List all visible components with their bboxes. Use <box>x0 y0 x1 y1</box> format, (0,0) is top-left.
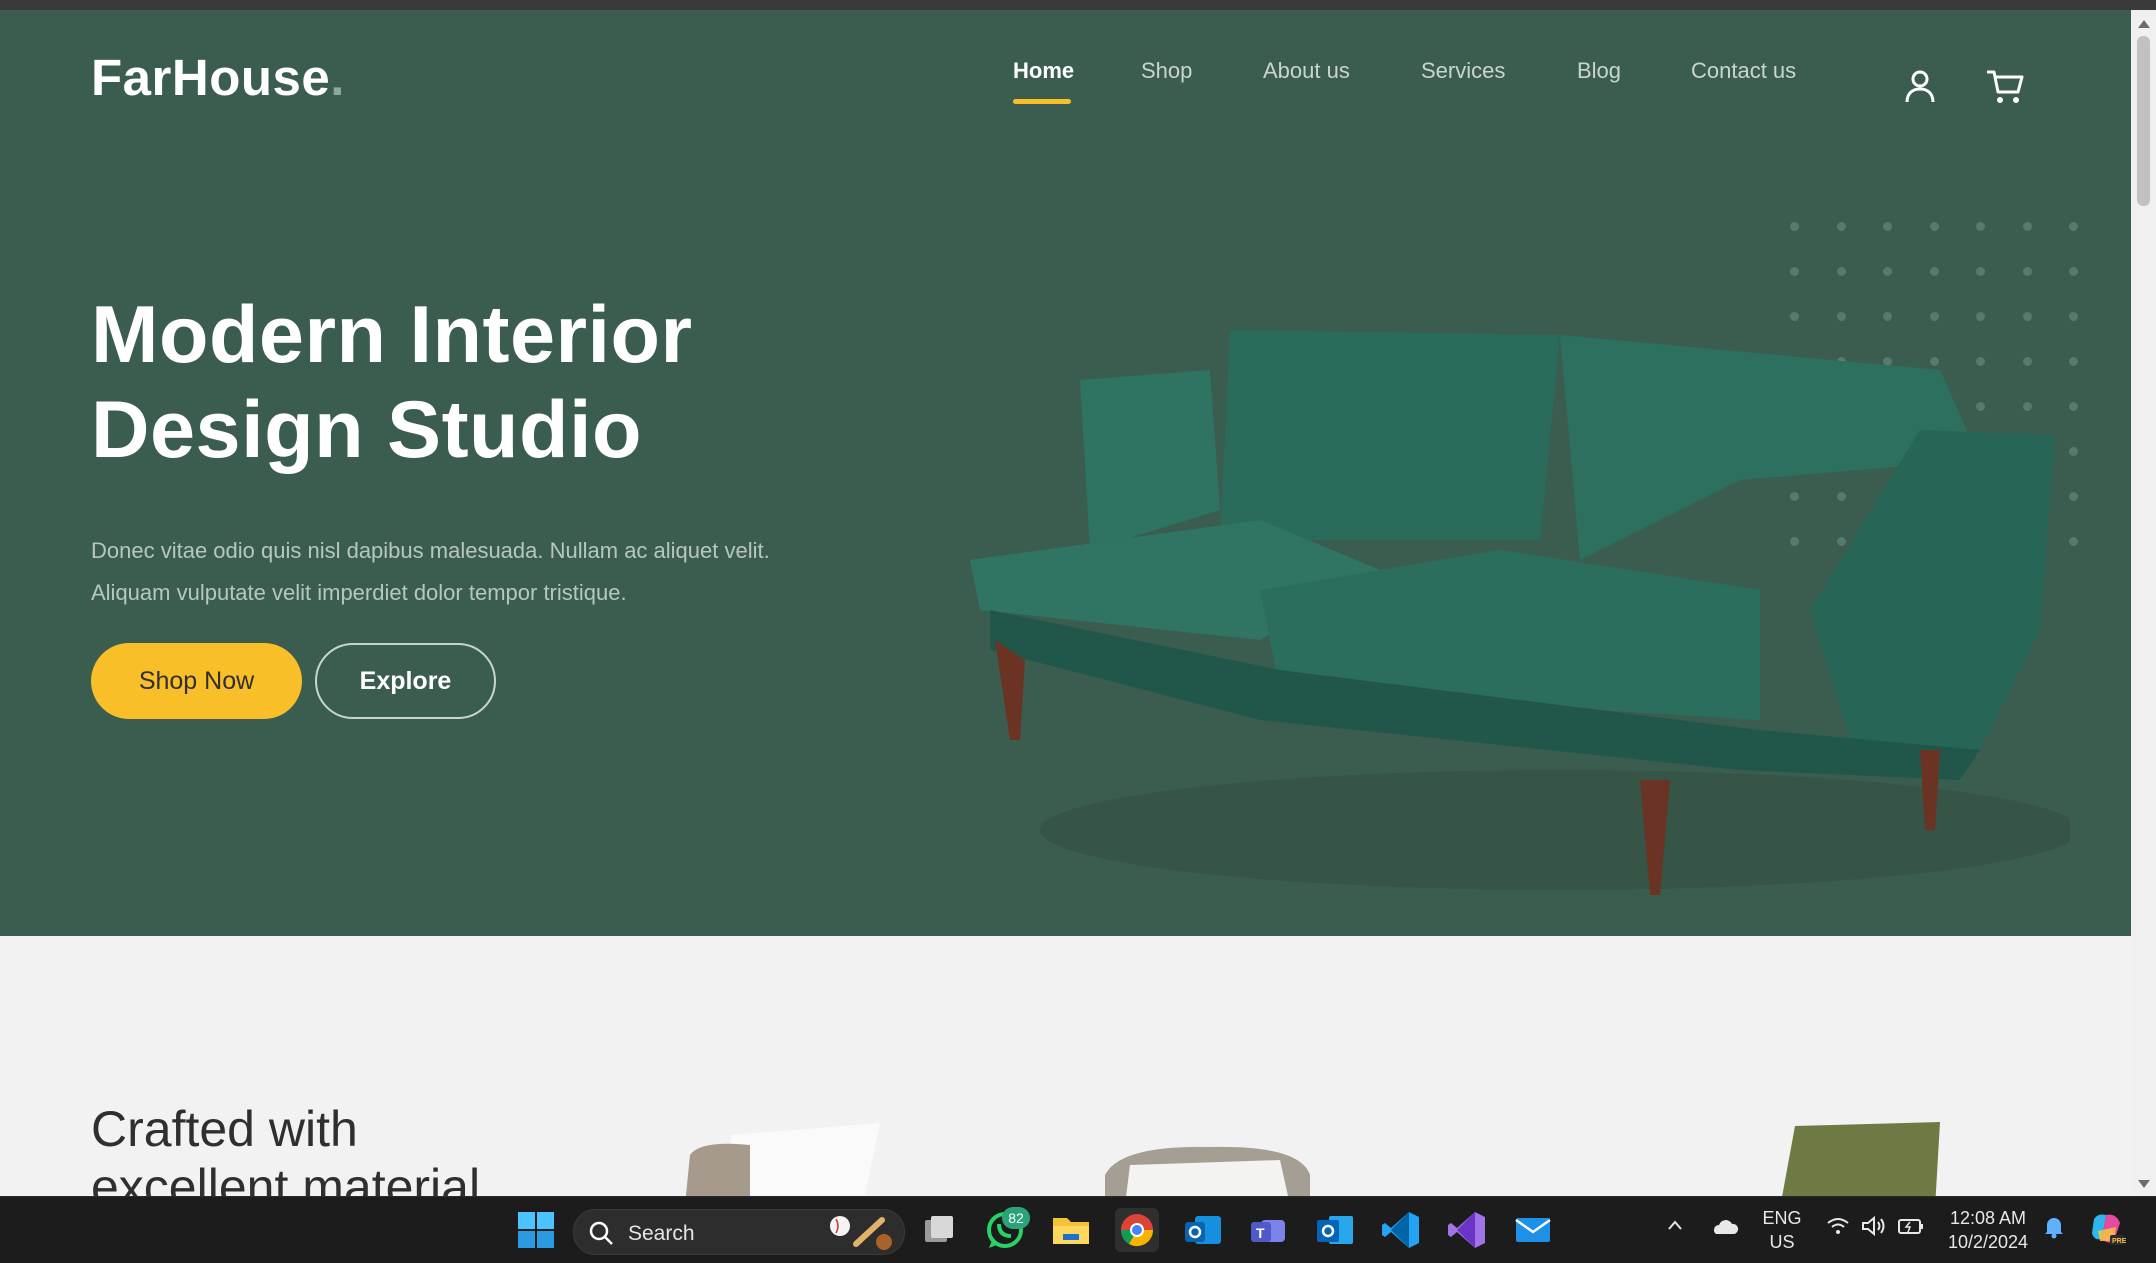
decorative-dot <box>1790 222 1799 231</box>
outlook-icon[interactable] <box>1313 1208 1357 1252</box>
sofa-image <box>970 330 2070 895</box>
decorative-dot <box>1883 267 1892 276</box>
teams-icon[interactable]: T <box>1247 1208 1291 1252</box>
search-placeholder: Search <box>628 1222 695 1245</box>
scroll-down-icon[interactable] <box>2138 1180 2150 1188</box>
scroll-thumb[interactable] <box>2137 36 2150 206</box>
product-stool-image <box>1105 1146 1310 1196</box>
svg-text:T: T <box>1256 1225 1265 1241</box>
decorative-dot <box>1929 267 1939 276</box>
task-view-icon[interactable] <box>917 1208 961 1252</box>
search-icon <box>589 1221 613 1245</box>
language-code: ENG <box>1762 1208 1802 1228</box>
nav-about-us[interactable]: About us <box>1263 58 1350 84</box>
chevron-up-icon[interactable] <box>1665 1215 1685 1235</box>
start-icon[interactable] <box>514 1208 558 1252</box>
page-viewport: FarHouse. Home Shop About us Services Bl… <box>0 10 2131 1196</box>
decorative-dot <box>2069 312 2078 321</box>
hero-subtitle: Donec vitae odio quis nisl dapibus males… <box>91 538 770 605</box>
battery-icon[interactable] <box>1897 1214 1925 1238</box>
vscode-icon[interactable] <box>1379 1208 1423 1252</box>
cart-icon[interactable] <box>1984 64 2028 108</box>
decorative-dot <box>1836 267 1846 276</box>
nav-contact-us[interactable]: Contact us <box>1691 58 1796 84</box>
clock-time: 12:08 AM <box>1949 1208 2027 1228</box>
nav-active-indicator <box>1013 99 1071 104</box>
whatsapp-badge: 82 <box>1002 1207 1030 1229</box>
explore-button[interactable]: Explore <box>315 643 496 719</box>
svg-text:PRE: PRE <box>2112 1238 2126 1245</box>
product-armchair-image <box>685 1123 880 1196</box>
notification-bell-icon[interactable] <box>2043 1215 2065 1239</box>
outlook-new-icon[interactable] <box>1181 1208 1225 1252</box>
scroll-up-icon[interactable] <box>2138 20 2150 28</box>
decorative-dot <box>1883 222 1892 231</box>
copilot-icon[interactable]: PRE <box>2086 1209 2127 1249</box>
hero-section: FarHouse. Home Shop About us Services Bl… <box>0 10 2131 936</box>
decorative-dot <box>2069 537 2078 546</box>
wifi-icon[interactable] <box>1825 1214 1851 1238</box>
chrome-icon[interactable] <box>1115 1208 1159 1252</box>
page-scrollbar[interactable] <box>2131 10 2156 1196</box>
visual-studio-icon[interactable] <box>1445 1208 1489 1252</box>
decorative-dot <box>2069 222 2078 231</box>
language-indicator[interactable]: ENG US <box>1758 1206 1806 1254</box>
decorative-dot <box>2069 357 2078 366</box>
decorative-dot <box>1976 222 1985 231</box>
nav-home[interactable]: Home <box>1013 58 1074 84</box>
decorative-dot <box>2022 222 2032 231</box>
clock-date: 10/2/2024 <box>1947 1232 2029 1252</box>
hero-title-line2: Design Studio <box>91 385 642 475</box>
decorative-dot <box>2069 492 2078 501</box>
product-chair-image <box>1782 1122 1940 1196</box>
section-title-line1: Crafted with <box>91 1101 358 1157</box>
browser-top-edge <box>0 0 2156 10</box>
decorative-dot <box>2022 267 2032 276</box>
decorative-dot <box>2069 402 2078 411</box>
clock[interactable]: 12:08 AM 10/2/2024 <box>1940 1206 2036 1254</box>
baseball-search-highlight-icon <box>830 1216 892 1250</box>
windows-taskbar: Search 82 T ENG US 12:08 AM 10/2/2024 PR… <box>0 1196 2156 1263</box>
hero-title-line1: Modern Interior <box>91 290 693 380</box>
language-region: US <box>1769 1232 1795 1252</box>
decorative-dot <box>1836 222 1846 231</box>
nav-shop[interactable]: Shop <box>1141 58 1192 84</box>
shop-now-button[interactable]: Shop Now <box>91 643 302 719</box>
site-logo[interactable]: FarHouse. <box>91 48 345 107</box>
logo-dot: . <box>330 49 345 106</box>
onedrive-icon[interactable] <box>1710 1214 1740 1238</box>
decorative-dot <box>1976 267 1985 276</box>
user-icon[interactable] <box>1898 64 1942 108</box>
nav-blog[interactable]: Blog <box>1577 58 1621 84</box>
file-explorer-icon[interactable] <box>1049 1208 1093 1252</box>
hero-title: Modern Interior Design Studio <box>91 288 693 478</box>
decorative-dot <box>2069 267 2078 276</box>
section-title: Crafted with excellent material. <box>91 1100 494 1196</box>
volume-icon[interactable] <box>1860 1214 1888 1238</box>
decorative-dot <box>1929 222 1939 231</box>
nav-services[interactable]: Services <box>1421 58 1505 84</box>
section-title-line2: excellent material. <box>91 1159 494 1196</box>
decorative-dot <box>2069 447 2078 456</box>
taskbar-search[interactable]: Search <box>573 1209 905 1255</box>
mail-icon[interactable] <box>1511 1208 1555 1252</box>
logo-text: FarHouse <box>91 49 331 106</box>
decorative-dot <box>1790 267 1799 276</box>
